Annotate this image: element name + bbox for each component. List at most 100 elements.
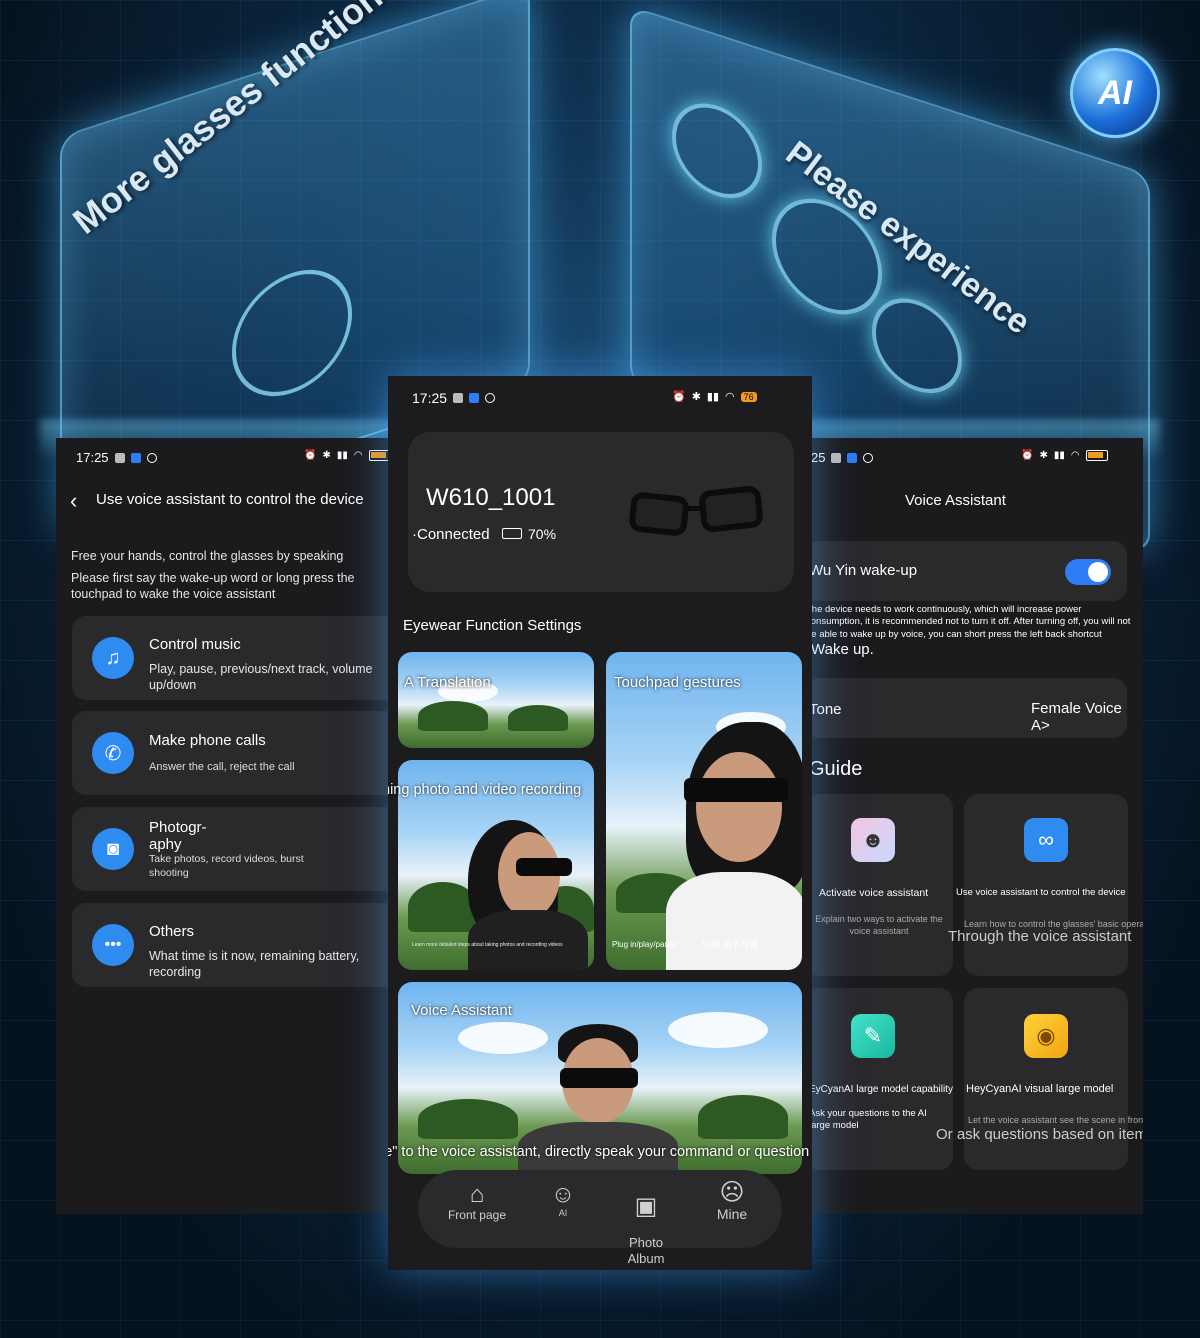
tree-shape [418, 700, 488, 731]
gauge-ring-graphic [672, 91, 762, 211]
connection-status: ·Connected [412, 526, 490, 543]
list-item-title: Photogr- aphy [149, 819, 207, 854]
wakeup-setting-row: Wu Yin wake-up [805, 541, 1127, 601]
status-time: 17:25 [412, 390, 448, 406]
bluetooth-icon: ✱ [322, 450, 331, 461]
battery-level: 76 [740, 391, 757, 402]
guide-card-visual-model[interactable]: ◉ HeyCyanAI visual large model Let the v… [936, 988, 1143, 1170]
list-item-subtitle: Answer the call, reject the call [149, 761, 295, 773]
tab-label: Front page [447, 1208, 507, 1222]
guide-card-activate[interactable]: ☻ Activate voice assistant Explain two w… [805, 794, 953, 976]
robot-face-icon: ☻ [851, 818, 895, 862]
app-notification-icon [847, 452, 858, 463]
tile-caption: Plug in/play/pause [612, 940, 678, 949]
tone-label: Tone [809, 701, 842, 718]
wifi-icon: ◠ [725, 391, 735, 403]
guide-heading: Guide [809, 758, 863, 780]
eye-icon: ◉ [1024, 1014, 1068, 1058]
alarm-icon: ⏰ [1021, 450, 1034, 461]
signal-icon: ▮▮ [1053, 450, 1065, 461]
tone-setting-row[interactable]: Tone Female Voice A> [805, 678, 1127, 738]
list-item-title: Control music [149, 636, 241, 653]
tab-label: AI [558, 1208, 568, 1218]
voice-assistant-caption: Say "Hello Little Orange" to the voice a… [388, 1144, 810, 1160]
guide-card-desc: Ask your questions to the AI large model [809, 1108, 927, 1132]
globe-graphic [232, 253, 352, 413]
bluetooth-icon: ✱ [691, 391, 701, 403]
glasses-icon: ∞ [1024, 818, 1068, 862]
tab-mine[interactable]: ☹ Mine [702, 1179, 762, 1223]
intro-instructions: Please first say the wake-up word or lon… [71, 571, 355, 602]
guide-card-title: Use voice assistant to control the devic… [956, 887, 1126, 898]
wifi-icon: ◠ [353, 450, 363, 461]
tab-front-page[interactable]: ⌂ Front page [442, 1181, 512, 1223]
chat-icon [114, 452, 125, 463]
guide-card-control-device[interactable]: ∞ Use voice assistant to control the dev… [948, 794, 1143, 976]
camera-icon: ◙ [92, 828, 134, 870]
cloud-shape [458, 1022, 548, 1054]
wakeup-toggle[interactable] [1065, 559, 1111, 585]
status-time: 25 [811, 450, 826, 465]
wakeup-note-overlay: Wake up. [811, 641, 874, 658]
guide-card-overlay: Or ask questions based on items [936, 1126, 1143, 1143]
bluetooth-icon: ✱ [1039, 450, 1048, 461]
status-icons: ⏰ ✱ ▮▮ ◠ 76 [672, 390, 757, 403]
guide-card-desc: Let the voice assistant see the scene in… [968, 1115, 1143, 1125]
app-notification-icon [469, 393, 480, 403]
tree-shape [508, 704, 568, 731]
wakeup-label: Wu Yin wake-up [809, 562, 918, 579]
page-title: Use voice assistant to control the devic… [96, 491, 364, 508]
tone-value: Female Voice A> [1031, 700, 1122, 734]
list-item-phone-calls[interactable]: ✆ Make phone calls Answer the call, reje… [72, 711, 396, 795]
guide-card-title: HeyCyanAI visual large model [966, 1083, 1114, 1095]
tile-touchpad-gestures[interactable]: Touchpad gestures Plug in/play/pause 切歌 … [606, 652, 802, 970]
list-item-title: Others [149, 923, 195, 940]
signal-icon: ▮▮ [706, 391, 720, 403]
guide-card-ai-model[interactable]: ✎ EyCyanAI large model capability Ask yo… [805, 988, 953, 1170]
phone-icon: ✆ [92, 732, 134, 774]
tile-caption: Learn more detailed steps about taking p… [412, 942, 563, 948]
mine-icon: ☹ [719, 1179, 745, 1206]
chat-icon [453, 393, 464, 403]
connection-status-text: Connected [417, 526, 490, 543]
list-item-subtitle: What time is it now, remaining battery, … [149, 949, 360, 980]
tab-label: Mine [716, 1206, 748, 1222]
alarm-icon: ⏰ [672, 391, 686, 403]
tree-shape [698, 1095, 788, 1140]
tab-photo-album[interactable]: ▣ Photo Album [616, 1178, 676, 1266]
device-card[interactable]: W610_1001 ·Connected 70% [408, 432, 794, 592]
chat-icon [831, 452, 842, 463]
device-battery: 70% [528, 526, 557, 542]
sync-icon [485, 393, 496, 403]
glasses-product-image [628, 484, 770, 540]
tile-caption-cn: 切歌 调节音量 [702, 940, 759, 950]
music-note-icon: ♫ [92, 637, 134, 679]
center-phone-screen: 17:25 ⏰ ✱ ▮▮ ◠ 76 W610_1001 ·Connected 70% … [388, 376, 812, 1270]
list-item-subtitle: Play, pause, previous/next track, volume… [149, 662, 373, 693]
guide-card-title: Activate voice assistant [819, 887, 929, 899]
ai-badge-icon: AI [1070, 48, 1160, 138]
tree-shape [418, 1099, 518, 1140]
device-battery-icon [502, 528, 522, 539]
tab-ai[interactable]: ☺ AI [538, 1182, 588, 1219]
gauge-ring-graphic [872, 286, 962, 406]
tile-label-learning: Learning photo and video recording [388, 782, 582, 798]
back-arrow-icon[interactable]: ‹ [70, 488, 77, 514]
device-name: W610_1001 [426, 484, 556, 511]
list-item-photography[interactable]: ◙ Photogr- aphy Take photos, record vide… [72, 807, 396, 891]
tab-label: Photo Album [627, 1235, 665, 1266]
tile-label: Touchpad gestures [614, 674, 741, 691]
status-time: 17:25 [76, 450, 109, 465]
sync-icon [146, 452, 157, 463]
intro-text: Free your hands, control the glasses by … [71, 549, 344, 563]
list-item-others[interactable]: ••• Others What time is it now, remainin… [72, 903, 396, 987]
tile-label: Voice Assistant [411, 1002, 512, 1019]
tile-translation[interactable]: A Translation [398, 652, 594, 748]
edit-note-icon: ✎ [851, 1014, 895, 1058]
list-item-control-music[interactable]: ♫ Control music Play, pause, previous/ne… [72, 616, 396, 700]
list-item-subtitle: Take photos, record videos, burst shooti… [149, 853, 304, 879]
status-icons: ⏰ ✱ ▮▮ ◠ [304, 450, 391, 461]
alarm-icon: ⏰ [304, 450, 317, 461]
right-phone-screen: 25 ⏰ ✱ ▮▮ ◠ Voice Assistant Wu Yin wake-up … [805, 438, 1143, 1214]
home-icon: ⌂ [469, 1181, 485, 1208]
